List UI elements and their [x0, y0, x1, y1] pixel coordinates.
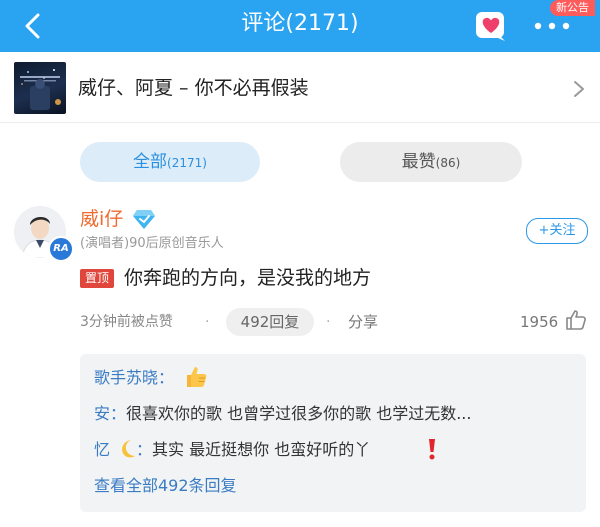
pinned-badge: 置顶: [80, 269, 114, 288]
tab-hot-label: 最赞: [401, 152, 436, 172]
comment-time: 3分钟前被点赞: [80, 314, 173, 330]
share-button[interactable]: 分享: [348, 312, 378, 332]
thumbs-up-emoji-icon: [187, 367, 207, 387]
username[interactable]: 威i仔: [80, 206, 123, 232]
tab-all-count: (2171): [167, 156, 207, 170]
reply-text: 其实 最近挺想你 也蛮好听的丫: [152, 440, 371, 459]
separator-dot: ·: [205, 314, 210, 330]
tab-all[interactable]: 全部(2171): [80, 142, 260, 182]
diamond-icon: [133, 210, 155, 229]
reply-author[interactable]: 歌手苏晓：: [94, 368, 174, 387]
more-icon[interactable]: [532, 20, 572, 32]
reply-item[interactable]: 歌手苏晓：: [94, 366, 174, 390]
song-title: 威仔、阿夏 – 你不必再假装: [78, 77, 309, 99]
song-cover: [14, 62, 66, 114]
tab-all-label: 全部: [133, 152, 168, 172]
comment-text: 你奔跑的方向，是没我的地方: [124, 267, 372, 289]
page-title: 评论(2171): [241, 11, 359, 36]
notice-badge[interactable]: 新公告: [550, 0, 595, 16]
tab-hot-count: (86): [435, 156, 461, 170]
reply-author[interactable]: 忆: [94, 440, 110, 459]
chevron-right-icon[interactable]: [572, 80, 586, 98]
verify-badge-icon: RA: [48, 236, 74, 262]
tab-hot[interactable]: 最赞(86): [340, 142, 522, 182]
thumbs-up-icon[interactable]: [564, 308, 588, 332]
exclamation-icon: [429, 439, 435, 460]
separator-dot: ·: [326, 314, 331, 330]
heart-icon[interactable]: [474, 10, 508, 42]
view-all-replies-link[interactable]: 查看全部492条回复: [94, 474, 237, 498]
like-count: 1956: [520, 313, 559, 331]
moon-emoji-icon: [122, 440, 135, 458]
cover-art-icon: [20, 69, 61, 110]
user-subtitle: (演唱者)90后原创音乐人: [80, 236, 224, 251]
reply-text: 很喜欢你的歌 也曾学过很多你的歌 也学过无数...: [126, 404, 472, 423]
reply-author[interactable]: 安：: [94, 404, 126, 423]
reply-button[interactable]: 492回复: [226, 308, 314, 336]
follow-button[interactable]: +关注: [526, 218, 588, 244]
reply-item[interactable]: 安：很喜欢你的歌 也曾学过很多你的歌 也学过无数...: [94, 402, 471, 426]
